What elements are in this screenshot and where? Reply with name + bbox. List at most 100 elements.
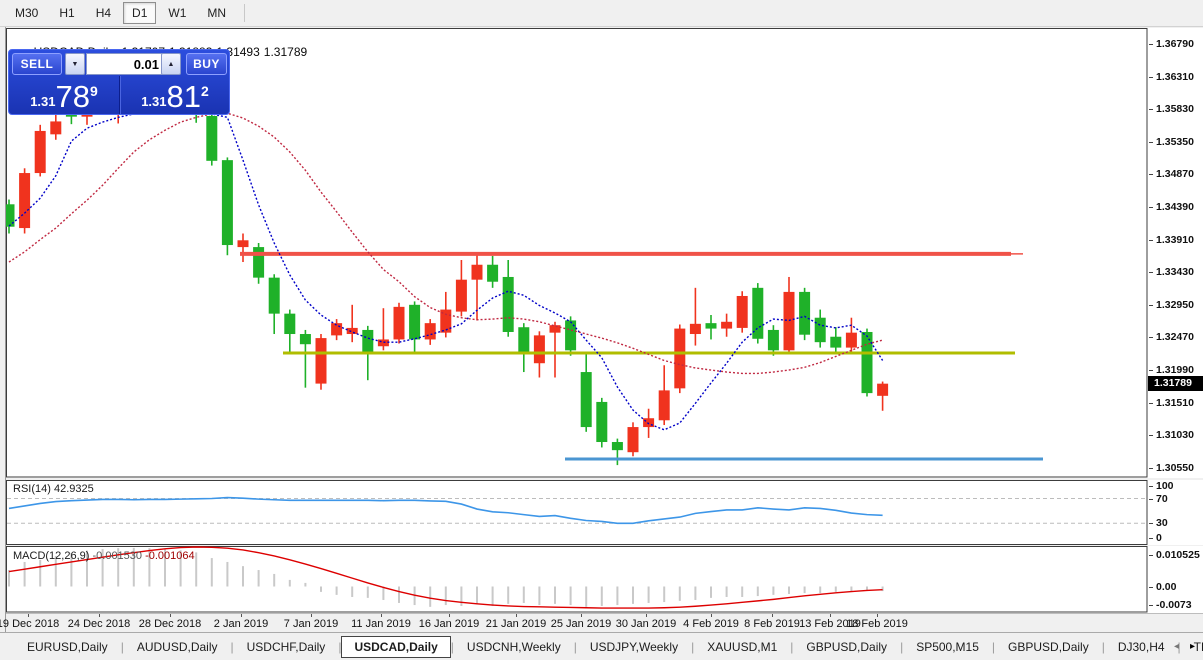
- macd-bar: [710, 587, 712, 598]
- indicator-axis-tick: [1149, 555, 1153, 556]
- price-axis-label: 1.36790: [1156, 38, 1194, 50]
- timeframe-button-d1[interactable]: D1: [123, 2, 156, 24]
- candle-body: [394, 307, 405, 340]
- price-axis-tick: [1149, 77, 1153, 78]
- time-axis-tick: [877, 614, 878, 617]
- macd-bar: [538, 587, 540, 606]
- candle-body: [565, 320, 576, 350]
- chart-tab-dj30-h4[interactable]: DJ30,H4: [1105, 636, 1178, 658]
- macd-main-value: -0.001530: [92, 550, 142, 562]
- chart-tab-xauusd-m1[interactable]: XAUUSD,M1: [694, 636, 790, 658]
- macd-bar: [819, 587, 821, 594]
- divider: [119, 76, 120, 114]
- price-axis-label: 1.32470: [1156, 331, 1194, 343]
- time-axis[interactable]: 19 Dec 201824 Dec 201828 Dec 20182 Jan 2…: [6, 613, 1203, 633]
- macd-bar: [694, 587, 696, 600]
- price-axis[interactable]: 1.367901.363101.358301.353501.348701.343…: [1147, 28, 1203, 613]
- price-axis-label: 1.36310: [1156, 71, 1194, 83]
- price-axis-tick: [1149, 305, 1153, 306]
- chart-tab-usdjpy-weekly[interactable]: USDJPY,Weekly: [577, 636, 691, 658]
- ohlc-close: 1.31789: [264, 45, 307, 59]
- candle-body: [846, 333, 857, 348]
- candle-body: [596, 402, 607, 442]
- candle-body: [862, 332, 873, 393]
- volume-decrease-button[interactable]: ▼: [65, 53, 85, 75]
- time-axis-tick: [99, 614, 100, 617]
- toolbar-separator: [244, 4, 245, 22]
- timeframe-toolbar: M30H1H4D1W1MN: [0, 0, 1203, 27]
- time-axis-tick: [646, 614, 647, 617]
- tab-scroll-left-icon[interactable]: ◂: [1174, 641, 1179, 653]
- indicator-axis-label: 0: [1156, 532, 1162, 544]
- candle-body: [768, 330, 779, 350]
- rsi-pane[interactable]: [6, 480, 1148, 545]
- indicator-axis-label: -0.0073: [1156, 599, 1192, 611]
- macd-bar: [772, 587, 774, 595]
- price-axis-tick: [1149, 468, 1153, 469]
- macd-bar: [24, 562, 26, 587]
- price-axis-label: 1.33430: [1156, 266, 1194, 278]
- candle-body: [19, 173, 30, 228]
- sell-button[interactable]: SELL: [12, 53, 62, 75]
- price-axis-label: 1.35350: [1156, 136, 1194, 148]
- indicator-axis-label: 0.00: [1156, 581, 1176, 593]
- chart-tab-gbpusd-daily[interactable]: GBPUSD,Daily: [995, 636, 1102, 658]
- candle-body: [799, 292, 810, 335]
- rsi-label: RSI(14) 42.9325: [13, 483, 94, 495]
- timeframe-button-w1[interactable]: W1: [159, 2, 195, 24]
- sell-price[interactable]: 1.31789: [10, 77, 118, 114]
- sell-price-pip: 9: [90, 83, 98, 99]
- macd-bar: [601, 587, 603, 606]
- candle-body: [35, 131, 46, 173]
- macd-bar: [242, 566, 244, 586]
- candle-body: [737, 296, 748, 328]
- price-axis-tick: [1149, 435, 1153, 436]
- chart-tab-sp500-m15[interactable]: SP500,M15: [903, 636, 992, 658]
- macd-bar: [679, 587, 681, 601]
- tab-scroll-right-icon[interactable]: ▸: [1190, 641, 1195, 653]
- indicator-axis-tick: [1149, 499, 1153, 500]
- price-axis-tick: [1149, 370, 1153, 371]
- chart-tab-eurusd-daily[interactable]: EURUSD,Daily: [14, 636, 121, 658]
- macd-bar: [507, 587, 509, 604]
- timeframe-button-m30[interactable]: M30: [6, 2, 47, 24]
- chart-tab-usdcad-daily[interactable]: USDCAD,Daily: [341, 636, 450, 658]
- timeframe-button-mn[interactable]: MN: [198, 2, 235, 24]
- macd-bar: [585, 587, 587, 607]
- price-axis-tick: [1149, 174, 1153, 175]
- price-axis-tick: [1149, 240, 1153, 241]
- candle-body: [284, 314, 295, 334]
- time-axis-tick: [28, 614, 29, 617]
- macd-bar: [632, 587, 634, 604]
- candle-body: [659, 390, 670, 420]
- indicator-axis-tick: [1149, 605, 1153, 606]
- time-axis-label: 21 Jan 2019: [486, 618, 547, 630]
- indicator-axis-tick: [1149, 523, 1153, 524]
- indicator-axis-tick: [1149, 587, 1153, 588]
- one-click-trading-panel: SELL ▼ ▲ BUY 1.31789 1.31812: [8, 49, 230, 115]
- chart-tab-usdcnh-weekly[interactable]: USDCNH,Weekly: [454, 636, 574, 658]
- volume-input[interactable]: [86, 53, 164, 75]
- macd-bar: [258, 570, 260, 586]
- timeframe-button-h1[interactable]: H1: [50, 2, 83, 24]
- chart-tab-gbpusd-daily[interactable]: GBPUSD,Daily: [793, 636, 900, 658]
- chart-tab-audusd-daily[interactable]: AUDUSD,Daily: [124, 636, 231, 658]
- macd-bar: [726, 587, 728, 597]
- chart-tab-usdchf-daily[interactable]: USDCHF,Daily: [234, 636, 339, 658]
- price-axis-tick: [1149, 142, 1153, 143]
- time-axis-label: 25 Jan 2019: [551, 618, 612, 630]
- buy-button[interactable]: BUY: [186, 53, 227, 75]
- macd-bar: [804, 587, 806, 594]
- candle-body: [690, 324, 701, 334]
- timeframe-button-h4[interactable]: H4: [87, 2, 120, 24]
- macd-bar: [648, 587, 650, 603]
- time-axis-tick: [241, 614, 242, 617]
- candle-body: [300, 334, 311, 344]
- candle-body: [378, 339, 389, 346]
- volume-increase-button[interactable]: ▲: [161, 53, 181, 75]
- price-axis-label: 1.31990: [1156, 364, 1194, 376]
- indicator-axis-tick: [1149, 486, 1153, 487]
- time-axis-label: 28 Dec 2018: [139, 618, 201, 630]
- buy-price[interactable]: 1.31812: [121, 77, 229, 114]
- time-axis-tick: [449, 614, 450, 617]
